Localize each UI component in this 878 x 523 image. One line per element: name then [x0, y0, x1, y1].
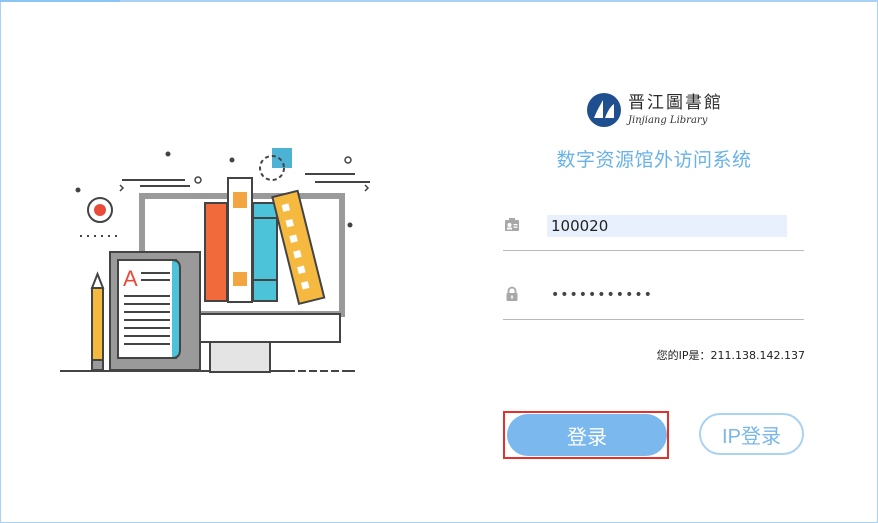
library-logo-icon	[587, 93, 621, 127]
lock-icon	[506, 286, 518, 301]
svg-text:A: A	[123, 266, 138, 291]
password-input[interactable]	[547, 284, 787, 306]
username-input[interactable]	[547, 215, 787, 237]
logo-english-name: Jinjiang Library	[628, 114, 708, 126]
frame-accent	[0, 0, 120, 2]
password-field	[503, 277, 804, 320]
logo-chinese-name: 晋江圖書館	[628, 92, 723, 113]
username-field	[503, 208, 804, 251]
system-title: 数字资源馆外访问系统	[556, 149, 752, 171]
library-logo: 晋江圖書館 Jinjiang Library	[586, 89, 746, 131]
id-card-icon	[505, 218, 519, 231]
library-illustration: A	[60, 148, 370, 373]
login-button[interactable]: 登录	[507, 414, 667, 456]
ip-address-text: 您的IP是：211.138.142.137	[656, 349, 805, 362]
ip-login-button[interactable]: IP登录	[699, 413, 804, 455]
